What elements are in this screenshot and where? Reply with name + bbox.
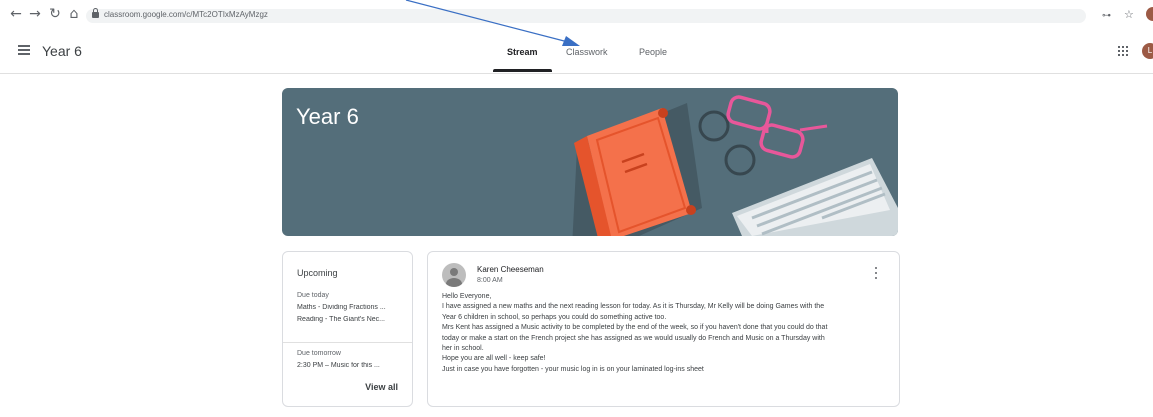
post-line: Hope you are all well - keep safe! bbox=[442, 355, 546, 363]
tab-people[interactable]: People bbox=[639, 47, 667, 57]
browser-toolbar: ← → ↻ ⌂ classroom.google.com/c/MTc2OTIxM… bbox=[0, 0, 1153, 30]
upcoming-item[interactable]: Maths - Dividing Fractions ... bbox=[297, 304, 403, 311]
view-all-link[interactable]: View all bbox=[365, 382, 398, 392]
key-icon[interactable]: ⊶ bbox=[1102, 10, 1111, 21]
post-line: Mrs Kent has assigned a Music activity t… bbox=[442, 324, 828, 332]
due-today-label: Due today bbox=[297, 292, 329, 299]
tab-classwork[interactable]: Classwork bbox=[566, 47, 608, 57]
post-body: Hello Everyone, I have assigned a new ma… bbox=[442, 292, 890, 375]
lock-icon bbox=[92, 8, 99, 18]
forward-arrow-icon[interactable]: → bbox=[27, 6, 43, 22]
upcoming-title: Upcoming bbox=[297, 268, 338, 278]
divider bbox=[283, 342, 412, 343]
post-author: Karen Cheeseman bbox=[477, 265, 544, 274]
classroom-header: Year 6 Stream Classwork People L bbox=[0, 30, 1153, 74]
home-icon[interactable]: ⌂ bbox=[66, 6, 82, 22]
upcoming-card: Upcoming Due today Maths - Dividing Frac… bbox=[282, 251, 413, 407]
post-line: I have assigned a new maths and the next… bbox=[442, 303, 825, 311]
browser-profile-icon[interactable] bbox=[1146, 7, 1153, 21]
active-tab-indicator bbox=[493, 69, 552, 72]
book-corner bbox=[686, 205, 696, 215]
account-avatar[interactable]: L bbox=[1142, 43, 1153, 59]
glasses-lens bbox=[698, 110, 730, 142]
url-text[interactable]: classroom.google.com/c/MTc2OTIxMzAyMzgz bbox=[104, 10, 268, 19]
stream-post: Karen Cheeseman 8:00 AM Hello Everyone, … bbox=[427, 251, 900, 407]
post-line: her in school. bbox=[442, 345, 484, 353]
post-time: 8:00 AM bbox=[477, 277, 503, 284]
bookmark-star-icon[interactable]: ☆ bbox=[1124, 8, 1134, 21]
back-arrow-icon[interactable]: ← bbox=[8, 6, 24, 22]
tab-stream[interactable]: Stream bbox=[507, 47, 538, 57]
banner-title: Year 6 bbox=[296, 104, 359, 129]
glasses-lens bbox=[724, 144, 756, 176]
post-line: today or make a start on the French proj… bbox=[442, 334, 825, 342]
hamburger-menu-icon[interactable] bbox=[18, 45, 30, 55]
upcoming-item[interactable]: Reading - The Giant's Nec... bbox=[297, 316, 403, 323]
book-corner bbox=[658, 108, 668, 118]
more-options-icon[interactable] bbox=[874, 267, 878, 281]
post-line: Just in case you have forgotten - your m… bbox=[442, 365, 704, 373]
google-apps-icon[interactable] bbox=[1118, 46, 1128, 56]
reload-icon[interactable]: ↻ bbox=[47, 6, 63, 22]
class-banner: Year 6 bbox=[282, 88, 898, 236]
glasses-icon bbox=[726, 95, 828, 159]
post-line: Year 6 children in school, so perhaps yo… bbox=[442, 313, 667, 321]
author-avatar bbox=[442, 263, 466, 287]
post-line: Hello Everyone, bbox=[442, 293, 492, 300]
upcoming-item[interactable]: 2:30 PM – Music for this ... bbox=[297, 362, 403, 369]
class-title[interactable]: Year 6 bbox=[42, 43, 82, 59]
due-tomorrow-label: Due tomorrow bbox=[297, 350, 341, 357]
banner-illustration bbox=[572, 95, 898, 236]
